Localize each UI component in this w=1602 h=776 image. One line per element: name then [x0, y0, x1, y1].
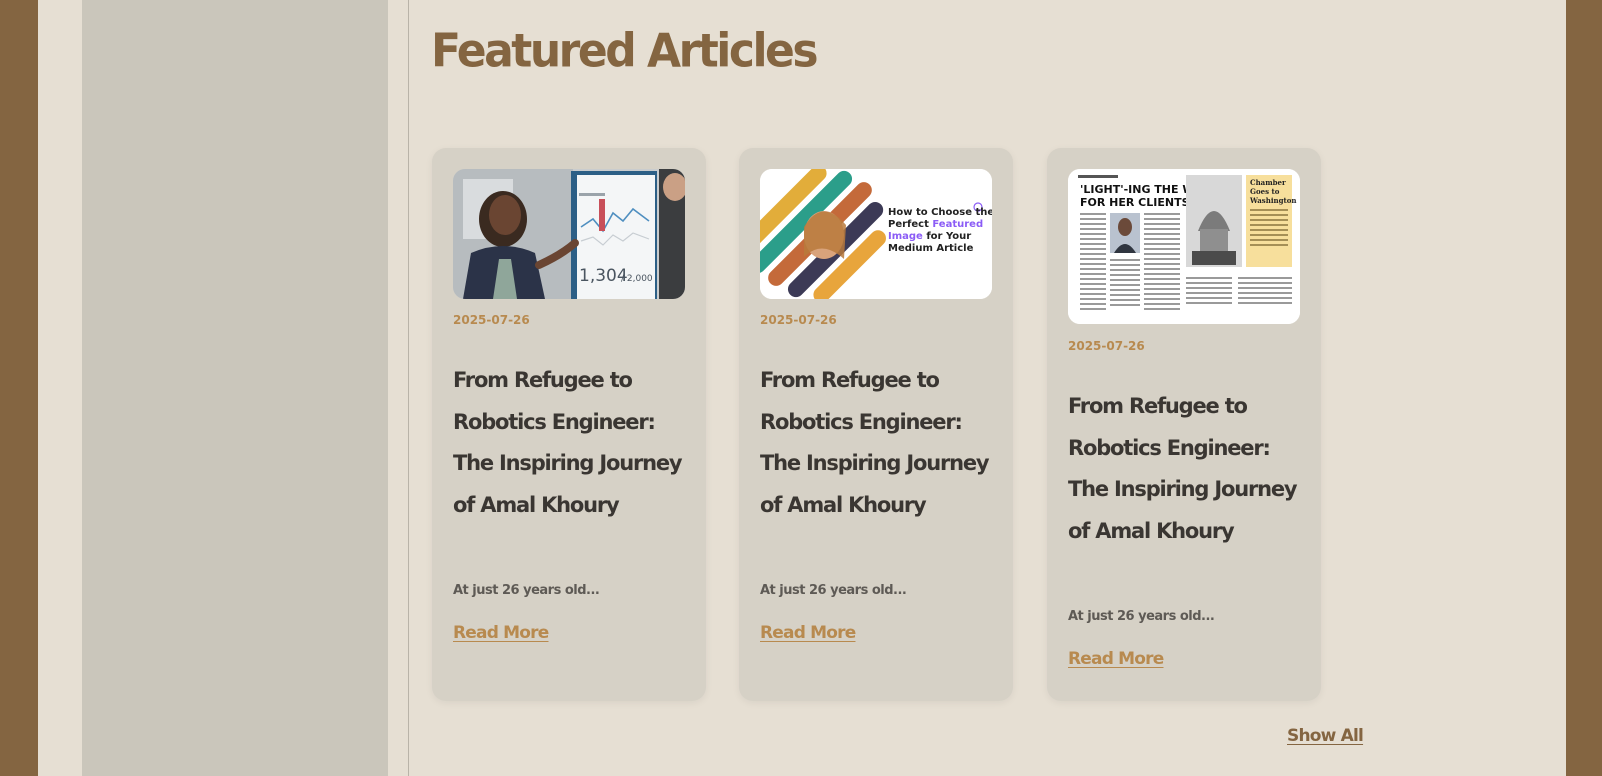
- newspaper-side-1: Chamber: [1250, 178, 1286, 187]
- article-title[interactable]: From Refugee to Robotics Engineer: The I…: [453, 360, 689, 526]
- graphic-line-2-highlight: Featured: [932, 219, 983, 230]
- article-date: 2025-07-26: [1068, 339, 1145, 353]
- article-card-2[interactable]: How to Choose the Perfect Featured Image…: [739, 148, 1013, 701]
- read-more-link[interactable]: Read More: [453, 623, 549, 643]
- svg-text:Image for Your: Image for Your: [888, 231, 971, 242]
- newspaper-side-2: Goes to: [1250, 187, 1280, 196]
- dashboard-total: / 2,000: [621, 274, 653, 284]
- show-all-link[interactable]: Show All: [1287, 726, 1364, 746]
- read-more-link[interactable]: Read More: [760, 623, 856, 643]
- article-date: 2025-07-26: [760, 313, 837, 327]
- newspaper-headline-2: FOR HER CLIENTS: [1080, 196, 1190, 209]
- svg-text:Perfect Featured: Perfect Featured: [888, 219, 983, 230]
- article-title[interactable]: From Refugee to Robotics Engineer: The I…: [760, 360, 996, 526]
- graphic-line-3-post: for Your: [923, 231, 971, 242]
- article-card-1[interactable]: 1,304 / 2,000 2025-07-26 From Refugee to…: [432, 148, 706, 701]
- article-excerpt: At just 26 years old...: [453, 583, 600, 598]
- newspaper-side-3: Washington: [1249, 196, 1296, 205]
- article-thumbnail[interactable]: How to Choose the Perfect Featured Image…: [760, 169, 992, 299]
- sidebar-divider: [408, 0, 409, 776]
- graphic-line-4: Medium Article: [888, 243, 974, 254]
- graphic-line-2-pre: Perfect: [888, 219, 932, 230]
- article-date: 2025-07-26: [453, 313, 530, 327]
- article-excerpt: At just 26 years old...: [760, 583, 907, 598]
- article-thumbnail[interactable]: 1,304 / 2,000: [453, 169, 685, 299]
- article-title[interactable]: From Refugee to Robotics Engineer: The I…: [1068, 386, 1304, 552]
- article-card-3[interactable]: 'LIGHT'-ING THE WAY FOR HER CLIENTS Cham…: [1047, 148, 1321, 701]
- article-excerpt: At just 26 years old...: [1068, 609, 1215, 624]
- section-title: Featured Articles: [431, 24, 819, 79]
- read-more-link[interactable]: Read More: [1068, 649, 1164, 669]
- graphic-line-1: How to Choose the: [888, 207, 992, 218]
- graphic-line-3-highlight: Image: [888, 231, 923, 242]
- page-frame: Featured Articles 1,304 / 2,000 2025-07-…: [38, 0, 1566, 776]
- article-thumbnail[interactable]: 'LIGHT'-ING THE WAY FOR HER CLIENTS Cham…: [1068, 169, 1300, 324]
- sidebar: [82, 0, 388, 776]
